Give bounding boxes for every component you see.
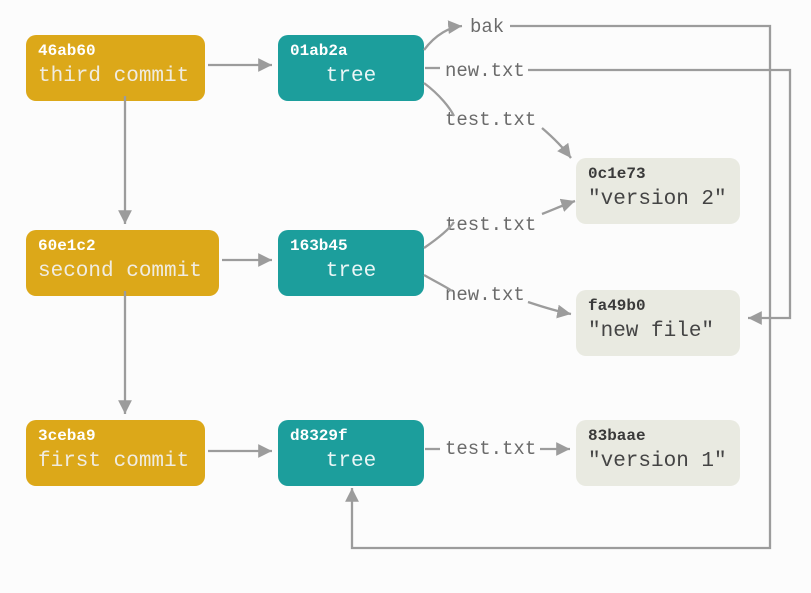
- blob-83baae: 83baae "version 1": [576, 420, 740, 486]
- edge-label-test-txt: test.txt: [445, 214, 536, 236]
- commit-hash: 46ab60: [38, 41, 193, 63]
- blob-hash: 83baae: [588, 426, 728, 448]
- blob-hash: fa49b0: [588, 296, 728, 318]
- tree-hash: d8329f: [290, 426, 412, 448]
- blob-content: "new file": [588, 318, 728, 346]
- tree-01ab2a: 01ab2a tree: [278, 35, 424, 101]
- blob-fa49b0: fa49b0 "new file": [576, 290, 740, 356]
- tree-label: tree: [290, 448, 412, 476]
- blob-content: "version 1": [588, 448, 728, 476]
- commit-message: first commit: [38, 448, 193, 476]
- blob-0c1e73: 0c1e73 "version 2": [576, 158, 740, 224]
- edge-label-test-txt: test.txt: [445, 109, 536, 131]
- commit-hash: 3ceba9: [38, 426, 193, 448]
- commit-second: 60e1c2 second commit: [26, 230, 219, 296]
- tree-163b45: 163b45 tree: [278, 230, 424, 296]
- blob-hash: 0c1e73: [588, 164, 728, 186]
- commit-message: third commit: [38, 63, 193, 91]
- edge-label-new-txt: new.txt: [445, 60, 525, 82]
- edge-label-bak: bak: [470, 16, 504, 38]
- tree-label: tree: [290, 258, 412, 286]
- commit-first: 3ceba9 first commit: [26, 420, 205, 486]
- tree-d8329f: d8329f tree: [278, 420, 424, 486]
- commit-hash: 60e1c2: [38, 236, 207, 258]
- tree-hash: 01ab2a: [290, 41, 412, 63]
- tree-hash: 163b45: [290, 236, 412, 258]
- edge-label-test-txt: test.txt: [445, 438, 536, 460]
- blob-content: "version 2": [588, 186, 728, 214]
- tree-label: tree: [290, 63, 412, 91]
- edge-label-new-txt: new.txt: [445, 284, 525, 306]
- commit-third: 46ab60 third commit: [26, 35, 205, 101]
- commit-message: second commit: [38, 258, 207, 286]
